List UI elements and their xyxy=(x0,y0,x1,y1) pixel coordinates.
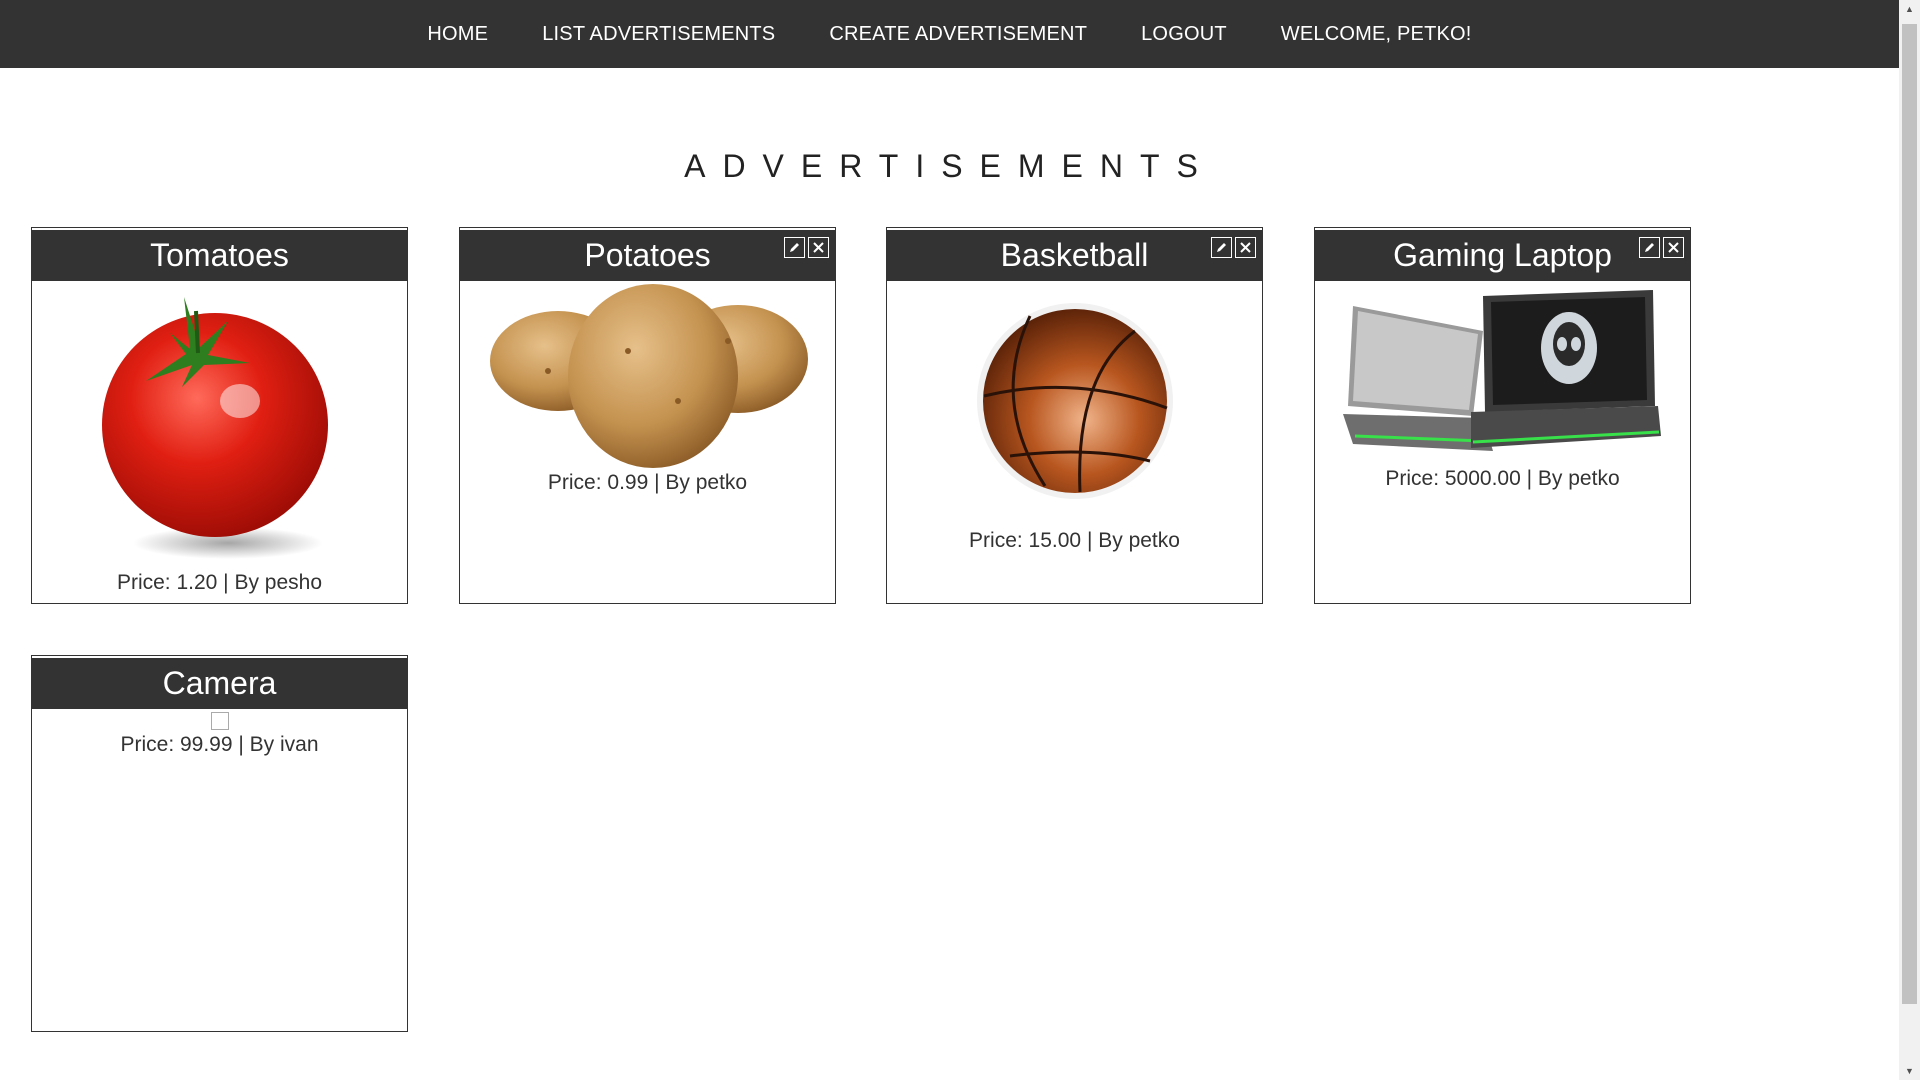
laptop-image xyxy=(1315,281,1690,461)
ad-title: Gaming Laptop xyxy=(1393,237,1612,273)
ad-title: Potatoes xyxy=(584,237,711,273)
ad-price-author: Price: 0.99 | By petko xyxy=(547,471,748,494)
tomato-image xyxy=(32,281,407,571)
delete-button[interactable] xyxy=(808,237,829,258)
ad-price-author: Price: 5000.00 | By petko xyxy=(1385,467,1620,490)
ad-title: Basketball xyxy=(1000,237,1149,273)
close-icon xyxy=(1240,242,1251,253)
pencil-icon xyxy=(1645,243,1654,252)
basketball-image xyxy=(887,281,1262,521)
nav-welcome-user[interactable]: WELCOME, PETKO! xyxy=(1281,23,1472,46)
ad-card-camera: Camera Price: 99.99 | By ivan xyxy=(31,655,408,1032)
broken-image xyxy=(32,709,407,730)
ad-card-basketball: Basketball Price: 15.00 | By petko xyxy=(886,227,1263,604)
scroll-down-icon[interactable]: ▼ xyxy=(1899,1062,1920,1080)
ad-card-header: Tomatoes xyxy=(32,228,407,281)
ad-card-header: Gaming Laptop xyxy=(1315,228,1690,281)
pencil-icon xyxy=(790,243,799,252)
nav-logout-link[interactable]: LOGOUT xyxy=(1141,23,1227,46)
top-navbar: HOME LIST ADVERTISEMENTS CREATE ADVERTIS… xyxy=(0,0,1899,68)
edit-button[interactable] xyxy=(1211,237,1232,258)
vertical-scrollbar[interactable]: ▲ ▼ xyxy=(1899,0,1920,1080)
delete-button[interactable] xyxy=(1663,237,1684,258)
ad-card-header: Camera xyxy=(32,656,407,709)
nav-list-advertisements-link[interactable]: LIST ADVERTISEMENTS xyxy=(542,23,775,46)
ad-card-tomatoes: Tomatoes Price: 1.20 | By pesho xyxy=(31,227,408,604)
ad-card-gaming-laptop: Gaming Laptop Price: 5000.00 | By petko xyxy=(1314,227,1691,604)
delete-button[interactable] xyxy=(1235,237,1256,258)
nav-create-advertisement-link[interactable]: CREATE ADVERTISEMENT xyxy=(829,23,1087,46)
pencil-icon xyxy=(1217,243,1226,252)
page-title: ADVERTISEMENTS xyxy=(684,148,1215,184)
ad-card-potatoes: Potatoes Price: 0.99 | By petko xyxy=(459,227,836,604)
edit-button[interactable] xyxy=(1639,237,1660,258)
ad-price-author: Price: 99.99 | By ivan xyxy=(120,733,319,756)
scrollbar-thumb[interactable] xyxy=(1902,24,1917,1004)
nav-home-link[interactable]: HOME xyxy=(427,23,488,46)
ad-card-header: Basketball xyxy=(887,228,1262,281)
close-icon xyxy=(1668,242,1679,253)
ad-title: Camera xyxy=(162,665,277,701)
close-icon xyxy=(813,242,824,253)
scroll-up-icon[interactable]: ▲ xyxy=(1899,0,1920,18)
potatoes-image xyxy=(460,281,835,469)
ad-price-author: Price: 15.00 | By petko xyxy=(969,529,1180,552)
edit-button[interactable] xyxy=(784,237,805,258)
ad-price-author: Price: 1.20 | By pesho xyxy=(116,571,323,594)
ad-card-header: Potatoes xyxy=(460,228,835,281)
ad-title: Tomatoes xyxy=(150,237,289,273)
